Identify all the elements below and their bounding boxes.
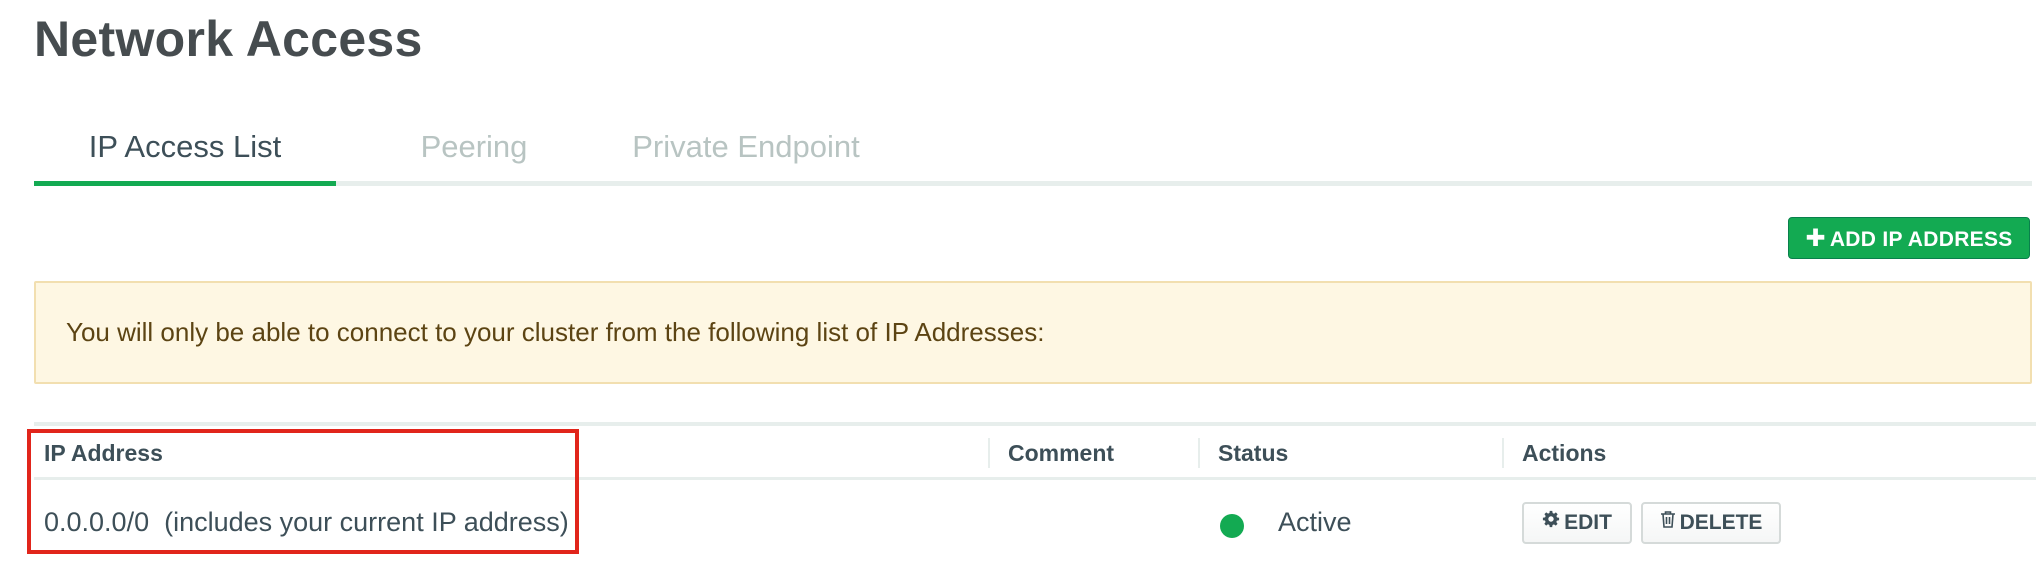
tab-bar: IP Access List Peering Private Endpoint [34, 122, 2032, 186]
page-title: Network Access [34, 11, 423, 67]
plus-icon: ✚ [1805, 225, 1826, 252]
active-tab-indicator [34, 181, 336, 186]
column-header-comment[interactable]: Comment [1008, 436, 1114, 470]
status-text: Active [1278, 507, 1352, 537]
column-header-actions: Actions [1522, 440, 1607, 466]
table-row: 0.0.0.0/0 (includes your current IP addr… [34, 480, 2036, 566]
tab-ip-access-list[interactable]: IP Access List [34, 122, 336, 186]
column-divider [1198, 438, 1200, 468]
edit-label: EDIT [1564, 511, 1612, 534]
add-ip-address-label: ADD IP ADDRESS [1829, 228, 2013, 251]
edit-button[interactable]: EDIT [1522, 502, 1632, 544]
delete-label: DELETE [1679, 511, 1763, 534]
ip-address-cell: 0.0.0.0/0 (includes your current IP addr… [44, 507, 569, 537]
table-header: IP Address Comment Status Actions [34, 426, 2036, 480]
delete-button[interactable]: DELETE [1641, 502, 1781, 544]
trash-icon [1660, 503, 1676, 541]
status-indicator-icon [1220, 514, 1244, 538]
gear-icon [1542, 503, 1560, 541]
column-header-ip-address[interactable]: IP Address [44, 436, 163, 470]
banner-text: You will only be able to connect to your… [66, 317, 1045, 347]
info-banner: You will only be able to connect to your… [34, 281, 2032, 384]
tab-label: Peering [420, 129, 528, 164]
column-header-status[interactable]: Status [1218, 436, 1288, 470]
tab-label: Private Endpoint [632, 129, 860, 164]
tab-private-endpoint[interactable]: Private Endpoint [612, 122, 880, 186]
tab-label: IP Access List [88, 129, 282, 164]
column-divider [1502, 438, 1504, 468]
tab-peering[interactable]: Peering [336, 122, 612, 186]
column-divider [988, 438, 990, 468]
add-ip-address-button[interactable]: ✚ ADD IP ADDRESS [1788, 217, 2030, 259]
